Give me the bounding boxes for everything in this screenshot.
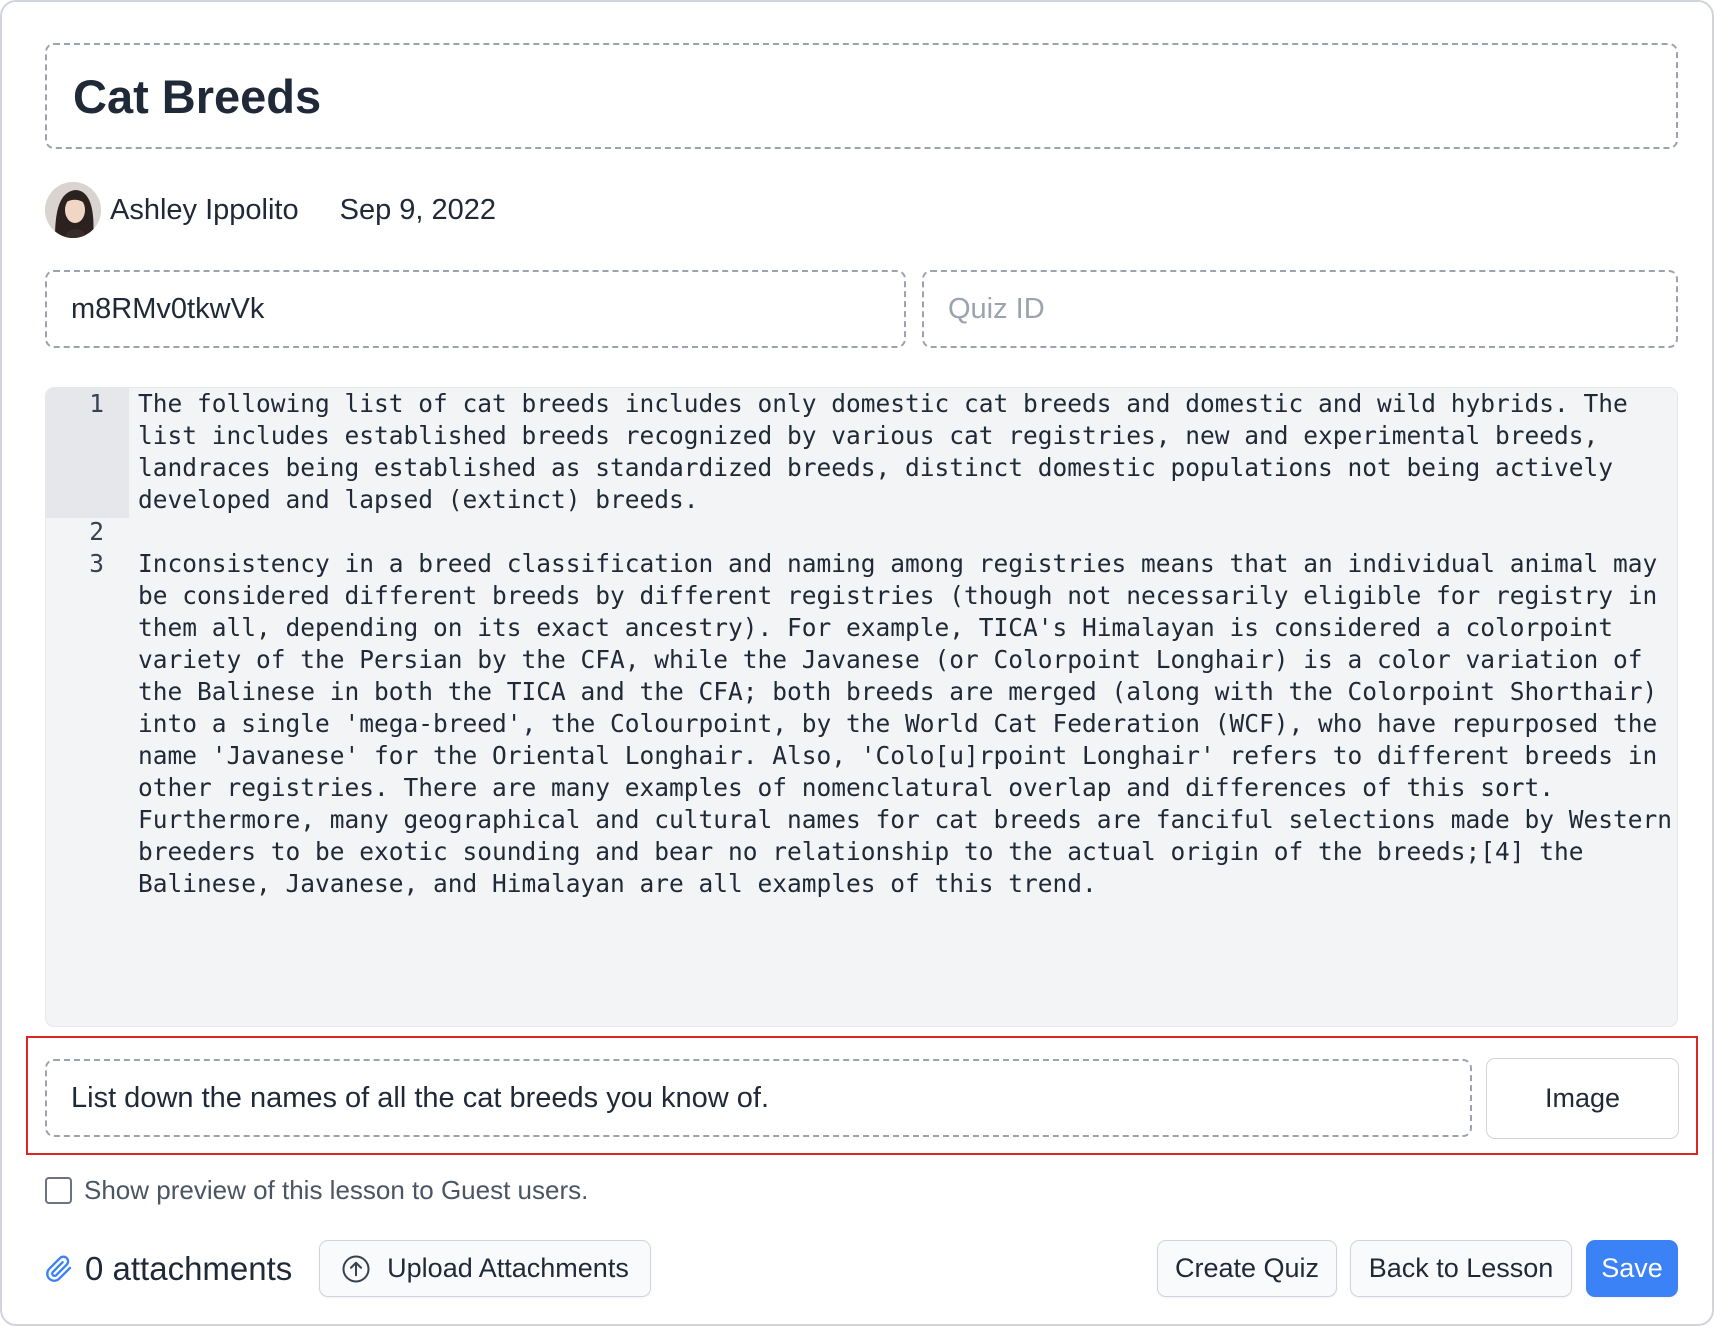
video-id-field[interactable]: m8RMv0tkwVk bbox=[45, 270, 906, 348]
lesson-meta: Ashley Ippolito Sep 9, 2022 bbox=[45, 182, 496, 238]
create-quiz-button[interactable]: Create Quiz bbox=[1157, 1240, 1337, 1297]
line-number: 3 bbox=[89, 549, 104, 578]
quiz-id-field[interactable]: Quiz ID bbox=[922, 270, 1678, 348]
attachments-row: 0 attachments bbox=[45, 1240, 292, 1298]
lesson-title[interactable]: Cat Breeds bbox=[73, 69, 321, 124]
lesson-editor-panel: Cat Breeds Ashley Ippolito Sep 9, 2022 m… bbox=[0, 0, 1714, 1326]
guest-preview-label[interactable]: Show preview of this lesson to Guest use… bbox=[84, 1175, 588, 1206]
prompt-input[interactable]: List down the names of all the cat breed… bbox=[45, 1059, 1472, 1137]
lesson-date: Sep 9, 2022 bbox=[339, 193, 497, 226]
upload-icon bbox=[342, 1255, 370, 1282]
avatar bbox=[45, 182, 101, 238]
line-number: 2 bbox=[89, 517, 104, 546]
line-text[interactable]: Inconsistency in a breed classification … bbox=[138, 548, 1673, 900]
image-button[interactable]: Image bbox=[1486, 1058, 1679, 1139]
attachment-count: 0 attachments bbox=[85, 1250, 293, 1287]
author-name: Ashley Ippolito bbox=[110, 193, 299, 226]
save-button[interactable]: Save bbox=[1586, 1240, 1678, 1297]
paperclip-icon bbox=[46, 1255, 72, 1282]
lesson-content-editor[interactable]: 1 The following list of cat breeds inclu… bbox=[45, 387, 1678, 1027]
line-text[interactable]: The following list of cat breeds include… bbox=[138, 388, 1673, 516]
line-number: 1 bbox=[89, 389, 104, 418]
back-to-lesson-button[interactable]: Back to Lesson bbox=[1350, 1240, 1572, 1297]
lesson-title-field[interactable]: Cat Breeds bbox=[45, 43, 1678, 149]
guest-preview-checkbox[interactable] bbox=[45, 1176, 72, 1204]
upload-attachments-label: Upload Attachments bbox=[387, 1253, 629, 1283]
guest-preview-row: Show preview of this lesson to Guest use… bbox=[45, 1174, 588, 1206]
upload-attachments-button[interactable]: Upload Attachments bbox=[319, 1240, 651, 1297]
